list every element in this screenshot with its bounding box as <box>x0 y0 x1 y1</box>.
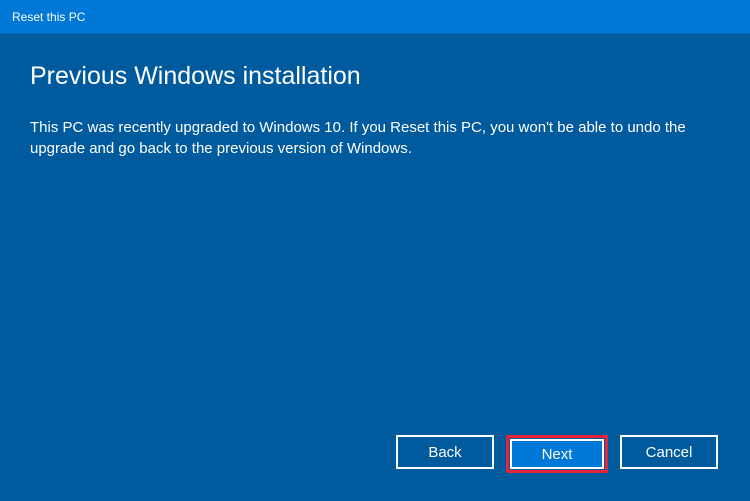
cancel-button[interactable]: Cancel <box>620 435 718 469</box>
window-title: Reset this PC <box>12 10 85 24</box>
page-heading: Previous Windows installation <box>30 62 720 91</box>
next-button-highlight: Next <box>506 435 608 473</box>
dialog-content: Previous Windows installation This PC wa… <box>0 34 750 501</box>
spacer <box>30 159 720 435</box>
page-description: This PC was recently upgraded to Windows… <box>30 117 710 159</box>
back-button[interactable]: Back <box>396 435 494 469</box>
next-button[interactable]: Next <box>510 439 604 469</box>
button-row: Back Next Cancel <box>30 435 720 481</box>
reset-pc-dialog: Reset this PC Previous Windows installat… <box>0 0 750 501</box>
titlebar: Reset this PC <box>0 0 750 34</box>
